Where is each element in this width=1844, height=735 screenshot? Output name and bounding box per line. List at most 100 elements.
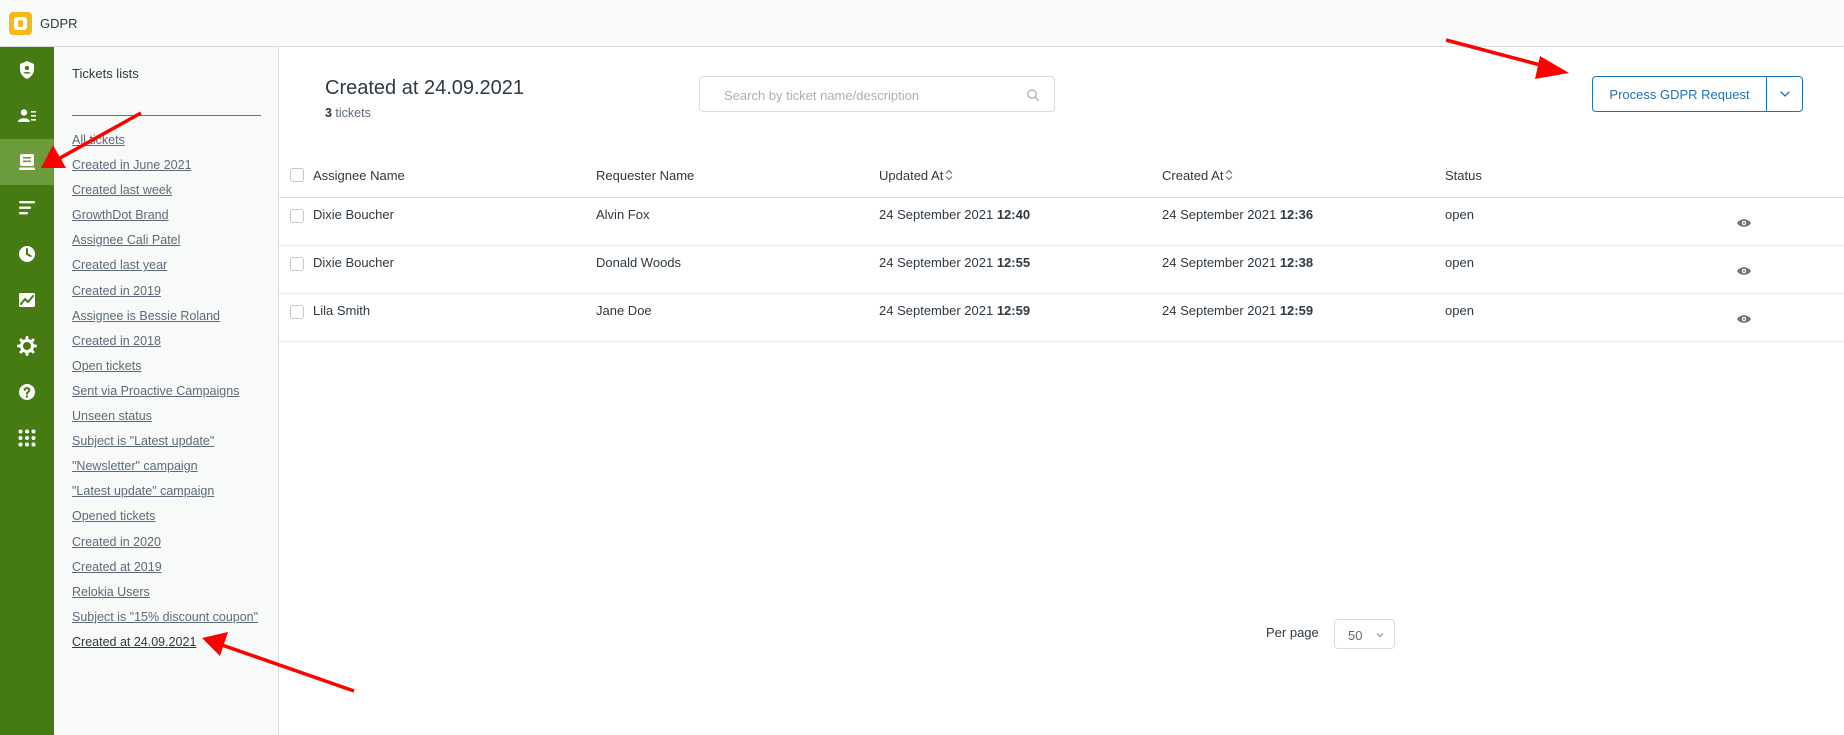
ticket-count: 3 tickets	[325, 106, 371, 120]
cell-requester: Jane Doe	[596, 303, 652, 318]
tickets-list-item: GrowthDot Brand	[72, 203, 258, 228]
created-date: 24 September 2021	[1162, 207, 1277, 222]
search-input[interactable]	[724, 86, 1014, 104]
created-time: 12:36	[1279, 207, 1314, 222]
tickets-list-link[interactable]: Subject is "15% discount coupon"	[72, 610, 258, 624]
table-row[interactable]: Dixie Boucher Alvin Fox 24 September 202…	[279, 198, 1844, 246]
ticket-count-suffix: tickets	[331, 106, 371, 120]
updated-time: 12:40	[996, 207, 1031, 222]
rail-item-profile[interactable]	[0, 47, 54, 93]
select-all-checkbox[interactable]	[290, 168, 304, 182]
process-gdpr-dropdown-toggle[interactable]	[1766, 76, 1803, 112]
rail-item-settings[interactable]	[0, 323, 54, 369]
header-created-at[interactable]: Created At	[1162, 168, 1233, 183]
tickets-list-link[interactable]: Open tickets	[72, 359, 141, 373]
row-checkbox[interactable]	[290, 305, 304, 319]
tickets-list-item: Created in 2018	[72, 329, 258, 354]
tickets-list-link[interactable]: Unseen status	[72, 409, 152, 423]
contact-card-icon	[18, 109, 36, 122]
tickets-list-item: Open tickets	[72, 354, 258, 379]
rail-item-help[interactable]	[0, 369, 54, 415]
eye-icon[interactable]	[1736, 265, 1752, 277]
rail-item-contacts[interactable]	[0, 93, 54, 139]
process-gdpr-request-button[interactable]: Process GDPR Request	[1592, 76, 1766, 112]
updated-time: 12:59	[996, 303, 1031, 318]
tickets-list-item: Subject is "Latest update"	[72, 429, 258, 454]
updated-date: 24 September 2021	[879, 207, 994, 222]
top-bar: GDPR	[0, 0, 1844, 47]
tickets-list-link[interactable]: Created at 24.09.2021	[72, 635, 196, 649]
help-icon	[19, 384, 35, 400]
cell-requester: Donald Woods	[596, 255, 682, 270]
rail-item-reports[interactable]	[0, 277, 54, 323]
rail-item-history[interactable]	[0, 231, 54, 277]
created-time: 12:59	[1279, 303, 1314, 318]
lists-filter-input[interactable]	[72, 94, 261, 116]
table-row[interactable]: Dixie Boucher Donald Woods 24 September …	[279, 246, 1844, 294]
tickets-list-item: Relokia Users	[72, 580, 258, 605]
tickets-list-link[interactable]: Created in 2020	[72, 535, 161, 549]
tickets-list-link[interactable]: Assignee Cali Patel	[72, 233, 180, 247]
tickets-list-link[interactable]: Subject is "Latest update"	[72, 434, 214, 448]
row-checkbox[interactable]	[290, 209, 304, 223]
header-assignee: Assignee Name	[313, 168, 405, 183]
tickets-list-link[interactable]: Created last week	[72, 183, 172, 197]
sort-icon	[1226, 169, 1233, 181]
app-title: GDPR	[40, 16, 78, 31]
tickets-list-item: "Latest update" campaign	[72, 479, 258, 504]
tickets-list-item: Created last year	[72, 253, 258, 278]
eye-icon[interactable]	[1736, 313, 1752, 325]
tickets-list-link[interactable]: Created at 2019	[72, 560, 162, 574]
tickets-list-item: "Newsletter" campaign	[72, 454, 258, 479]
tickets-list-link[interactable]: Created in June 2021	[72, 158, 192, 172]
lists-panel-title: Tickets lists	[72, 66, 139, 81]
tickets-list-item: Opened tickets	[72, 504, 258, 529]
tickets-list-link[interactable]: GrowthDot Brand	[72, 208, 169, 222]
clock-icon	[19, 246, 35, 262]
rail-item-apps[interactable]	[0, 415, 54, 461]
header-requester: Requester Name	[596, 168, 695, 183]
tickets-list-link[interactable]: Created last year	[72, 258, 167, 272]
tickets-list-link[interactable]: Created in 2018	[72, 334, 161, 348]
per-page-label: Per page	[1266, 625, 1319, 640]
ticket-inbox-icon	[19, 154, 35, 170]
rail-item-tickets[interactable]	[0, 139, 54, 185]
header-updated-at[interactable]: Updated At	[879, 168, 953, 183]
cell-created-at: 24 September 2021 12:38	[1162, 255, 1313, 270]
user-shield-icon	[20, 61, 34, 79]
search-box	[699, 76, 1055, 112]
row-checkbox[interactable]	[290, 257, 304, 271]
tickets-list-link[interactable]: "Newsletter" campaign	[72, 459, 198, 473]
tickets-list-link[interactable]: Relokia Users	[72, 585, 150, 599]
cell-assignee: Lila Smith	[313, 303, 371, 318]
search-icon[interactable]	[1026, 88, 1040, 102]
tickets-list-link[interactable]: All tickets	[72, 133, 125, 147]
per-page-select[interactable]: 50	[1334, 619, 1395, 649]
tickets-list-item: Created last week	[72, 178, 258, 203]
chart-icon	[19, 293, 35, 307]
created-date: 24 September 2021	[1162, 255, 1277, 270]
table-row[interactable]: Lila Smith Jane Doe 24 September 2021 12…	[279, 294, 1844, 342]
page-title: Created at 24.09.2021	[325, 77, 525, 99]
tickets-lists-panel: Tickets lists All tickets Created in June…	[54, 47, 279, 735]
tickets-list-link[interactable]: "Latest update" campaign	[72, 484, 214, 498]
updated-date: 24 September 2021	[879, 303, 994, 318]
tickets-list-item: Assignee is Bessie Roland	[72, 304, 258, 329]
updated-time: 12:55	[996, 255, 1031, 270]
ticket-count-number: 3	[325, 106, 332, 120]
cell-updated-at: 24 September 2021 12:59	[879, 303, 1030, 318]
tickets-list-link[interactable]: Opened tickets	[72, 509, 155, 523]
sort-icon	[945, 169, 953, 181]
created-time: 12:38	[1279, 255, 1314, 270]
rail-item-lists[interactable]	[0, 185, 54, 231]
tickets-list-link[interactable]: Assignee is Bessie Roland	[72, 309, 220, 323]
tickets-list-link[interactable]: Sent via Proactive Campaigns	[72, 384, 239, 398]
cell-created-at: 24 September 2021 12:59	[1162, 303, 1313, 318]
tickets-list-item: Created in 2019	[72, 279, 258, 304]
tickets-list-item: Created at 24.09.2021	[72, 630, 258, 655]
eye-icon[interactable]	[1736, 217, 1752, 229]
tickets-list-item: Created in June 2021	[72, 153, 258, 178]
created-date: 24 September 2021	[1162, 303, 1277, 318]
tickets-list-link[interactable]: Created in 2019	[72, 284, 161, 298]
nav-rail	[0, 47, 54, 735]
